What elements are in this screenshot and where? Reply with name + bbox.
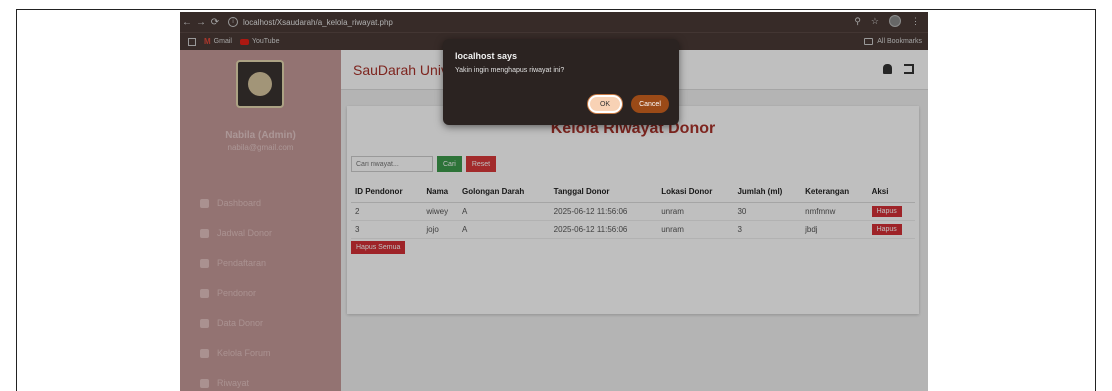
dialog-message: Yakin ingin menghapus riwayat ini? <box>455 67 565 74</box>
browser-window: ← → ⟳ i localhost/Xsaudarah/a_kelola_riw… <box>180 12 928 391</box>
ok-button[interactable]: OK <box>588 95 622 113</box>
dialog-title: localhost says <box>455 51 518 61</box>
confirm-dialog: localhost says Yakin ingin menghapus riw… <box>443 39 679 125</box>
cancel-button[interactable]: Cancel <box>631 95 669 113</box>
